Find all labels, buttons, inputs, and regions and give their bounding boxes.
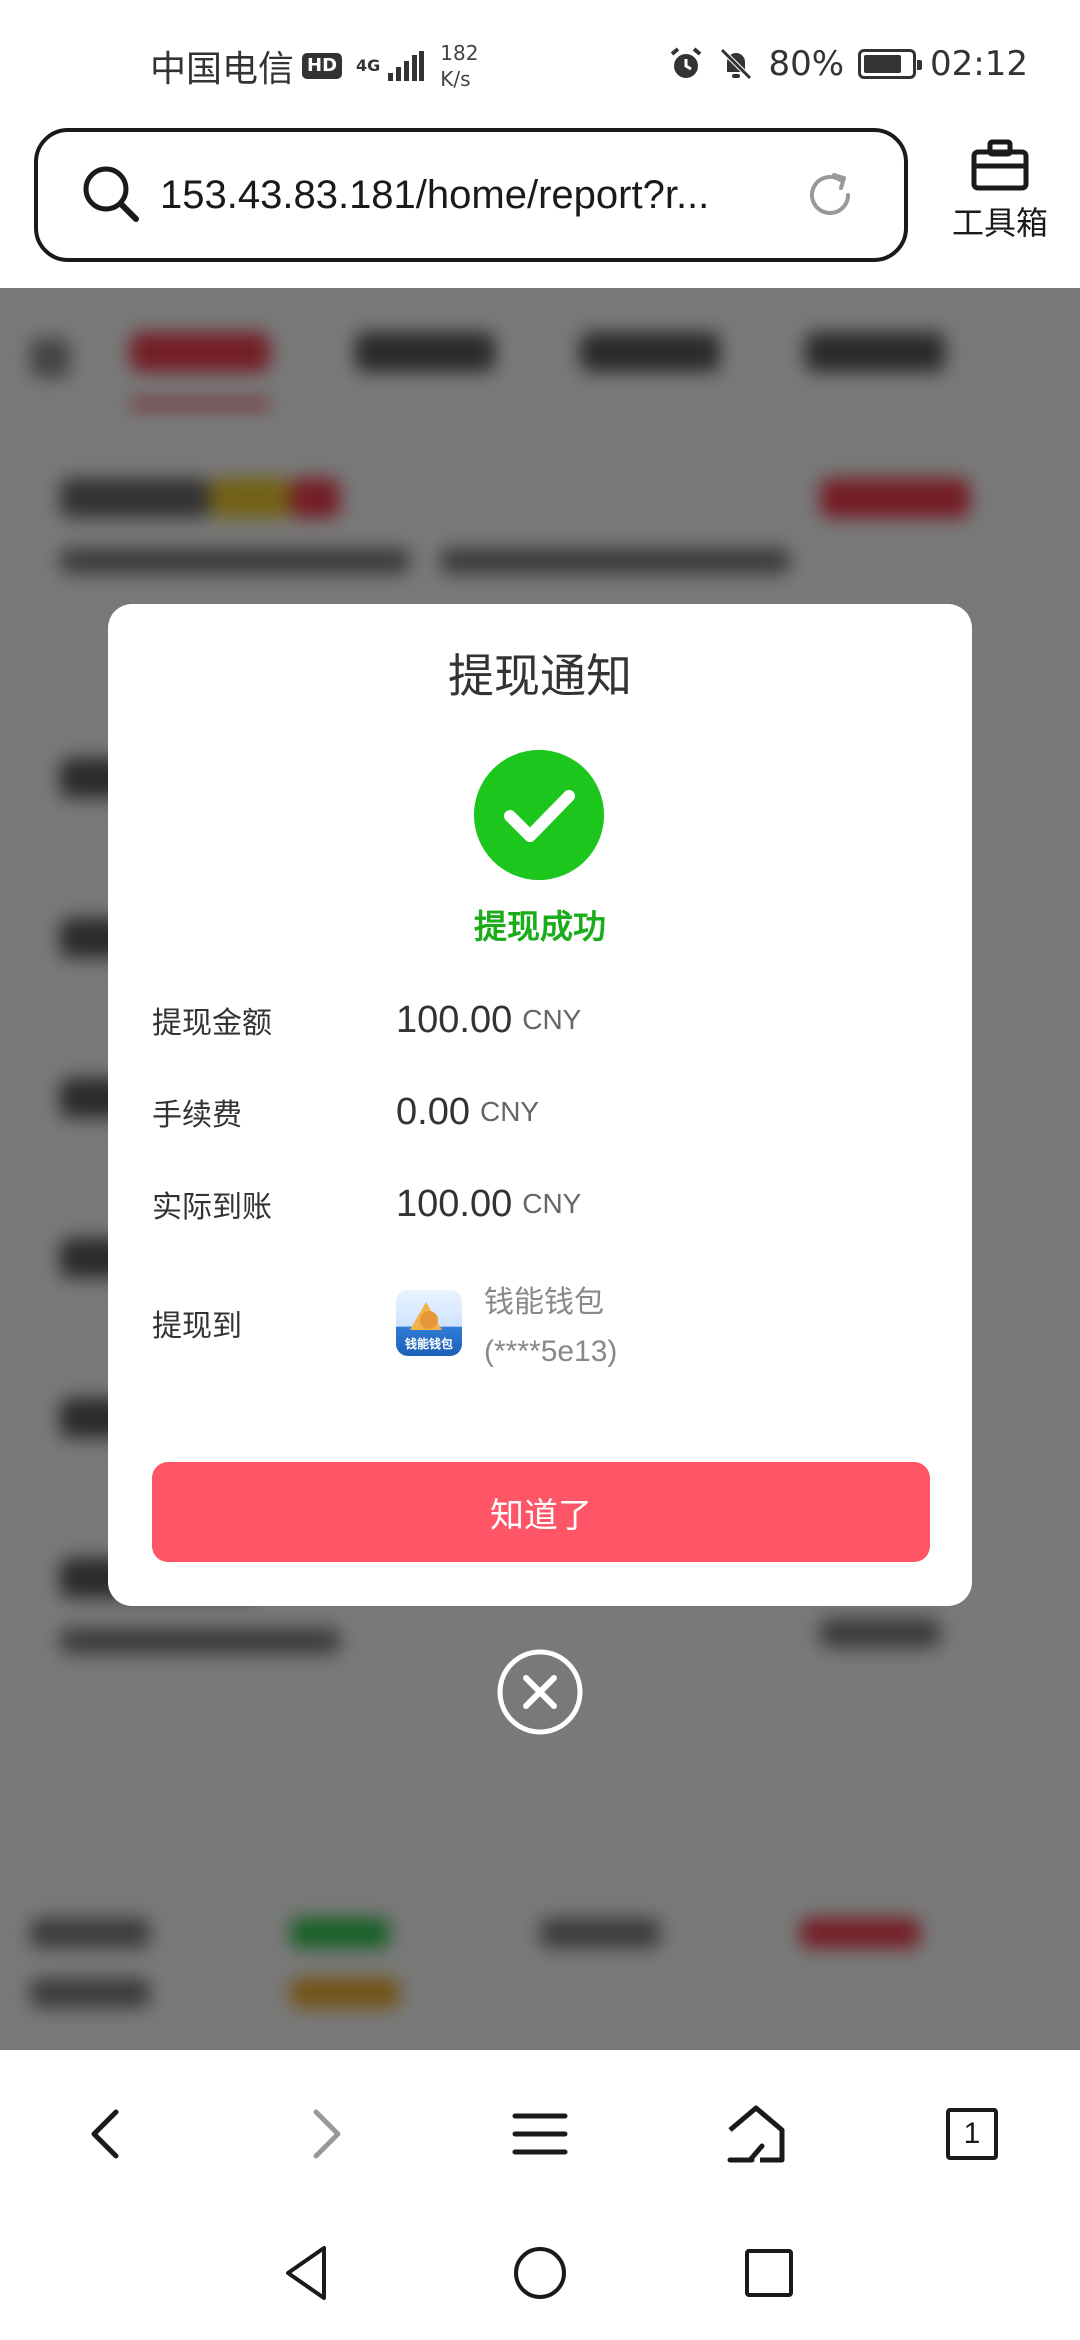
- status-left: 中国电信 HD 4G 182 K/s: [150, 40, 478, 92]
- chevron-left-icon: [91, 2109, 119, 2159]
- toolbox-label: 工具箱: [951, 204, 1048, 242]
- detail-unit: CNY: [522, 1004, 582, 1035]
- tab-count: 1: [946, 2108, 998, 2160]
- refresh-icon[interactable]: [800, 165, 860, 225]
- alarm-icon: [671, 47, 702, 78]
- hamburger-menu-icon: [512, 2113, 568, 2155]
- signal-icon: [388, 51, 425, 81]
- briefcase-icon: [971, 139, 1029, 191]
- detail-value: 100.00: [396, 998, 513, 1041]
- home-button[interactable]: [706, 2084, 806, 2184]
- battery-icon: [858, 49, 923, 79]
- browser-toolbar: 1: [0, 2050, 1080, 2218]
- back-button[interactable]: [58, 2084, 158, 2184]
- detail-label: 手续费: [152, 1098, 242, 1133]
- network-type: 4G: [356, 56, 381, 75]
- detail-label: 实际到账: [152, 1190, 272, 1225]
- wallet-name: 钱能钱包: [484, 1285, 604, 1320]
- status-bar: 中国电信 HD 4G 182 K/s 80% 02:12: [0, 0, 1080, 132]
- system-nav-bar: [0, 2218, 1080, 2340]
- detail-label: 提现金额: [152, 1006, 272, 1041]
- detail-unit: CNY: [522, 1188, 582, 1219]
- detail-row-destination: 提现到 钱能钱包 钱能钱包 (****5e13): [152, 1268, 932, 1378]
- net-speed-value: 182: [440, 41, 479, 65]
- wallet-info: 钱能钱包 (****5e13): [484, 1277, 617, 1369]
- square-recent-icon[interactable]: [734, 2238, 804, 2308]
- forward-button[interactable]: [274, 2084, 374, 2184]
- tabs-button[interactable]: 1: [922, 2084, 1022, 2184]
- success-status: 提现成功: [474, 907, 606, 946]
- net-speed-unit: K/s: [440, 67, 471, 91]
- search-icon: [83, 166, 139, 222]
- detail-value: 100.00: [396, 1182, 513, 1225]
- withdrawal-dialog: 提现通知 提现成功 提现金额 100.00 CNY 手续费 0.00 CNY 实…: [108, 604, 972, 1606]
- triangle-back-icon[interactable]: [272, 2238, 342, 2308]
- hd-badge: HD: [302, 53, 343, 79]
- home-icon: [727, 2105, 785, 2163]
- net-speed: 182 K/s: [440, 40, 478, 92]
- confirm-button[interactable]: 知道了: [152, 1462, 930, 1562]
- detail-value: 0.00: [396, 1090, 470, 1133]
- battery-percent: 80%: [768, 44, 845, 84]
- battery-level: [864, 55, 901, 73]
- clock: 02:12: [930, 44, 1028, 84]
- carrier-name: 中国电信: [150, 49, 295, 90]
- mute-bell-icon: [720, 48, 753, 80]
- status-right: 80% 02:12: [668, 44, 1028, 84]
- checkmark-icon: [474, 750, 604, 880]
- wallet-logo: 钱能钱包: [396, 1290, 462, 1356]
- wallet-logo-text: 钱能钱包: [404, 1337, 453, 1351]
- wallet-account: (****5e13): [484, 1335, 618, 1368]
- detail-label: 提现到: [152, 1309, 242, 1344]
- detail-unit: CNY: [479, 1096, 540, 1127]
- detail-row-fee: 手续费 0.00 CNY: [152, 1082, 932, 1142]
- menu-button[interactable]: [490, 2084, 590, 2184]
- toolbox-button[interactable]: 工具箱: [940, 138, 1060, 244]
- close-circle-icon[interactable]: [496, 1648, 584, 1736]
- dialog-title: 提现通知: [448, 649, 632, 703]
- address-bar[interactable]: 153.43.83.181/home/report?r...: [34, 128, 908, 262]
- chevron-right-icon: [313, 2109, 341, 2159]
- detail-row-received: 实际到账 100.00 CNY: [152, 1174, 932, 1234]
- detail-row-amount: 提现金额 100.00 CNY: [152, 990, 932, 1050]
- circle-home-icon[interactable]: [505, 2238, 575, 2308]
- url-text[interactable]: 153.43.83.181/home/report?r...: [160, 173, 770, 218]
